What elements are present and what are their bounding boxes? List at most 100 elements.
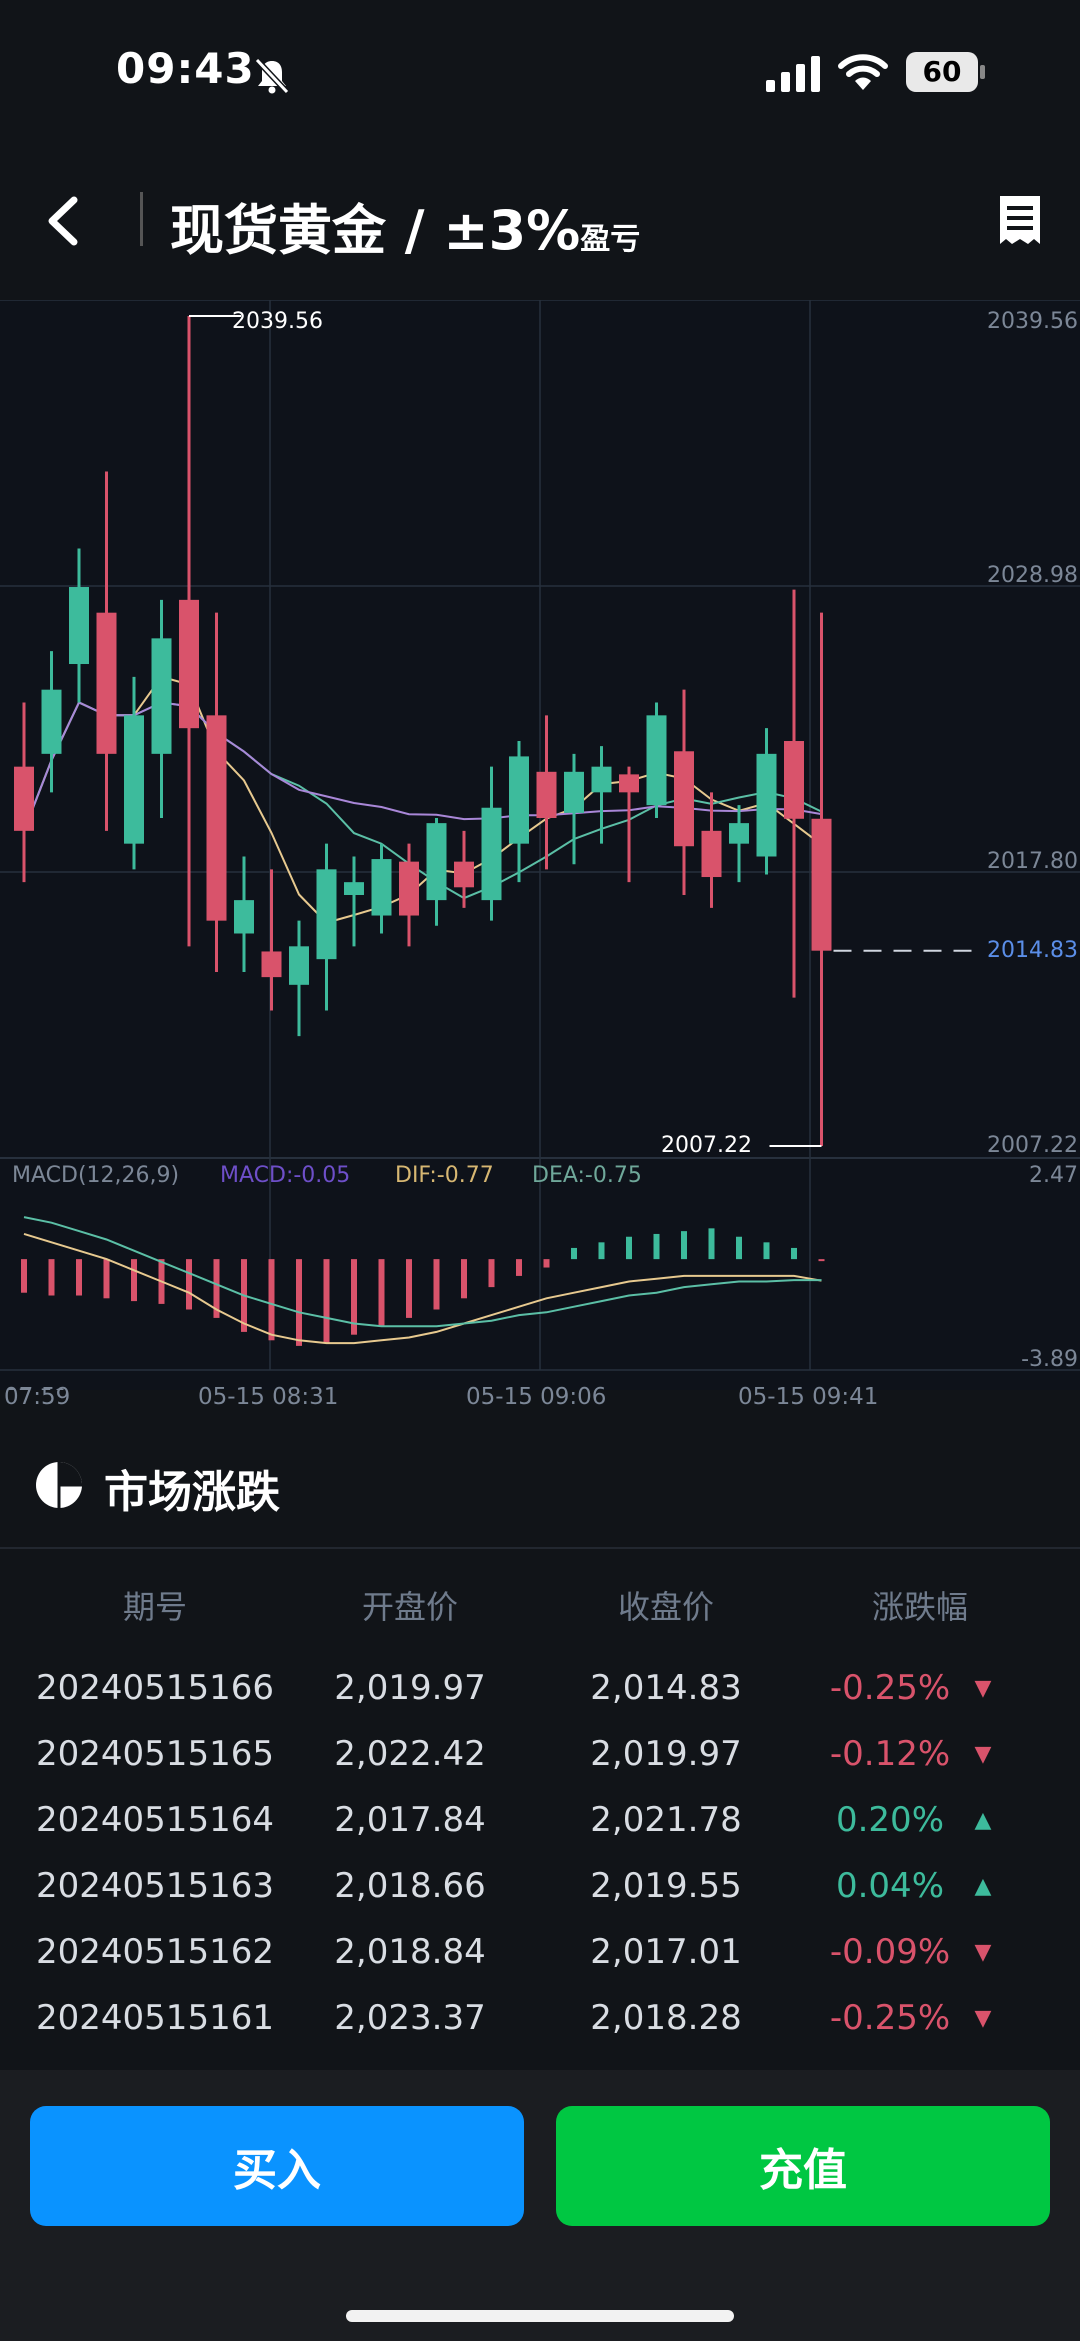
candle-body [14, 766, 34, 831]
candle-body [69, 587, 89, 665]
back-button[interactable] [30, 186, 100, 256]
triangle-down-icon: ▼ [974, 1676, 992, 1701]
candle-body [371, 859, 392, 916]
candle-body [591, 766, 612, 793]
macd-bar [763, 1242, 770, 1260]
cell-close: 2,017.01 [590, 1932, 742, 1972]
macd-bar [626, 1236, 632, 1260]
candle-body [646, 715, 667, 806]
macd-bar [598, 1242, 605, 1260]
nav-divider [140, 192, 143, 246]
x-tick-label: 05-15 09:41 [738, 1384, 879, 1410]
page-title-main: 现货黄金 / ±3% [170, 199, 581, 262]
candle-body [151, 638, 172, 754]
candle-body [729, 823, 749, 844]
header-close: 收盘价 [617, 1588, 714, 1626]
triangle-up-icon: ▲ [974, 1808, 992, 1833]
macd-bar [48, 1259, 55, 1296]
macd-bar [488, 1259, 495, 1288]
candle-body [289, 946, 309, 985]
cell-open: 2,018.84 [334, 1932, 486, 1972]
macd-bar [21, 1259, 27, 1293]
macd-bar [378, 1259, 385, 1327]
candle-body [261, 951, 282, 978]
receipt-list-icon[interactable] [992, 192, 1048, 248]
page-title-suffix: 盈亏 [580, 222, 641, 257]
high-price-label: 2039.56 [232, 309, 323, 334]
candle-body [206, 715, 227, 921]
signal-icon [766, 56, 820, 92]
macd-bar [571, 1247, 577, 1260]
triangle-up-icon: ▲ [974, 1874, 992, 1899]
wifi-icon [838, 54, 888, 90]
candle-body [481, 807, 502, 901]
macd-value: MACD:-0.05 [220, 1163, 350, 1188]
cell-open: 2,023.37 [334, 1998, 486, 2038]
candle-body [701, 830, 722, 878]
triangle-down-icon: ▼ [974, 1940, 992, 1965]
cell-close: 2,018.28 [590, 1998, 742, 2038]
bell-slash-icon [254, 57, 290, 95]
dea-value: DEA:-0.75 [532, 1163, 642, 1188]
candle-body [509, 756, 529, 844]
triangle-down-icon: ▼ [974, 2006, 992, 2031]
cell-close: 2,014.83 [590, 1668, 742, 1708]
buy-button[interactable]: 买入 [30, 2106, 524, 2226]
macd-bar [818, 1259, 825, 1262]
home-indicator[interactable] [346, 2310, 734, 2322]
macd-bar [543, 1259, 550, 1268]
cell-change: 0.04% [835, 1866, 944, 1906]
y-tick-label: 2039.56 [987, 309, 1078, 334]
candle-body [619, 774, 639, 793]
candle-body [96, 612, 117, 754]
candle-body [564, 771, 584, 813]
macd-min-label: -3.89 [1021, 1347, 1078, 1372]
macd-bar [791, 1247, 797, 1260]
cell-close: 2,019.97 [590, 1734, 742, 1774]
candle-body [756, 753, 777, 857]
market-section-title: 市场涨跌 [104, 1467, 280, 1518]
low-price-label: 2007.22 [661, 1133, 752, 1158]
status-time: 09:43 [116, 44, 255, 93]
section-divider [0, 1547, 1080, 1549]
candle-body [234, 900, 254, 934]
x-tick-label: 07:59 [4, 1384, 71, 1410]
macd-bar [76, 1259, 82, 1296]
page-title: 现货黄金 / ±3%盈亏 [170, 186, 640, 265]
cell-change: -0.25% [829, 1998, 951, 2038]
macd-bar [323, 1259, 330, 1344]
header-open: 开盘价 [361, 1588, 458, 1626]
candle-body [811, 818, 832, 951]
macd-bar [268, 1259, 275, 1341]
cell-change: -0.25% [829, 1668, 951, 1708]
candle-body [124, 715, 144, 844]
cell-period: 20240515162 [36, 1932, 274, 1972]
macd-title: MACD(12,26,9) [12, 1163, 179, 1188]
candle-body [674, 751, 694, 847]
x-tick-label: 05-15 08:31 [198, 1384, 339, 1410]
candle-body [426, 823, 447, 901]
cell-period: 20240515166 [36, 1668, 274, 1708]
cell-period: 20240515161 [36, 1998, 274, 2038]
battery-level: 60 [922, 55, 962, 88]
cell-period: 20240515163 [36, 1866, 274, 1906]
pie-chart-icon [36, 1462, 82, 1508]
x-tick-label: 05-15 09:06 [466, 1384, 607, 1410]
cell-close: 2,019.55 [590, 1866, 742, 1906]
triangle-down-icon: ▼ [974, 1742, 992, 1767]
chart-canvas[interactable]: 2039.56 2028.98 2017.80 2007.22 2039.56 … [0, 300, 1080, 1390]
candle-body [179, 599, 199, 729]
candle-body [784, 741, 804, 819]
cell-period: 20240515165 [36, 1734, 274, 1774]
macd-bar [131, 1259, 137, 1302]
candle-body [399, 861, 419, 916]
macd-bar [186, 1259, 192, 1310]
candle-body [454, 861, 474, 888]
candle-body [536, 771, 557, 819]
recharge-button[interactable]: 充值 [556, 2106, 1050, 2226]
battery-icon: 60 [906, 52, 986, 92]
cell-change: 0.20% [835, 1800, 944, 1840]
header-period: 期号 [122, 1588, 187, 1626]
kline-chart[interactable]: 2039.56 2028.98 2017.80 2007.22 2039.56 … [0, 300, 1080, 1390]
macd-bar [653, 1233, 660, 1260]
